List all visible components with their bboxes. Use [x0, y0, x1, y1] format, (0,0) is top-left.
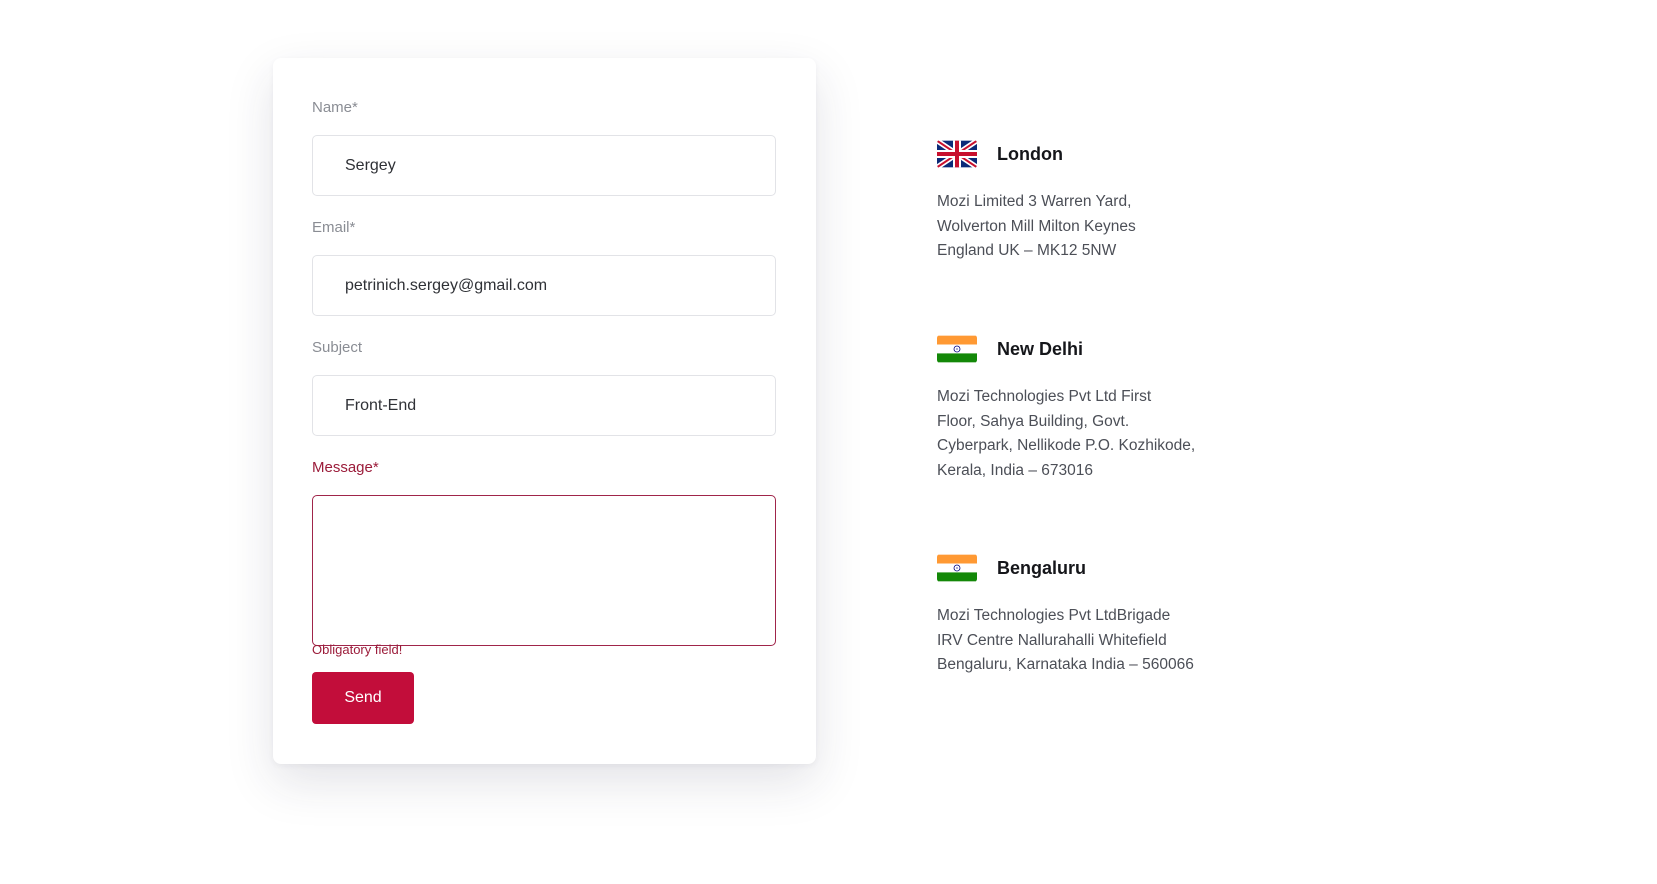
email-field: Email*: [312, 218, 776, 316]
office-city: Bengaluru: [997, 557, 1087, 578]
office-header: London: [937, 140, 1267, 168]
office-address: Mozi Technologies Pvt LtdBrigade IRV Cen…: [937, 604, 1267, 678]
address-line: IRV Centre Nallurahalli Whitefield: [937, 631, 1167, 649]
office-address: Mozi Limited 3 Warren Yard, Wolverton Mi…: [937, 190, 1267, 264]
message-textarea[interactable]: [312, 495, 776, 646]
address-line: Bengaluru, Karnataka India – 560066: [937, 656, 1194, 673]
subject-field: Subject: [312, 338, 776, 436]
india-flag-icon: [937, 554, 977, 582]
address-line: Kerala, India – 673016: [937, 461, 1093, 479]
message-field: Message*: [312, 458, 776, 646]
name-input[interactable]: [312, 135, 776, 196]
address-line: Mozi Technologies Pvt Ltd First: [937, 388, 1152, 405]
contact-page: Name* Email* Subject Message* Obligatory…: [0, 0, 1657, 884]
contact-form-card: Name* Email* Subject Message* Obligatory…: [273, 58, 816, 764]
india-flag-icon: [937, 335, 977, 363]
email-label: Email*: [312, 219, 356, 236]
office-header: New Delhi: [937, 335, 1267, 363]
address-line: Mozi Technologies Pvt LtdBrigade: [937, 607, 1171, 624]
office-bengaluru: Bengaluru Mozi Technologies Pvt LtdBriga…: [937, 554, 1267, 678]
office-new-delhi: New Delhi Mozi Technologies Pvt Ltd Firs…: [937, 335, 1267, 483]
address-line: Cyberpark, Nellikode P.O. Kozhikode,: [937, 437, 1196, 454]
office-london: London Mozi Limited 3 Warren Yard, Wolve…: [937, 140, 1267, 264]
send-button[interactable]: Send: [312, 672, 414, 724]
office-city: London: [997, 143, 1063, 164]
subject-label: Subject: [312, 339, 363, 356]
name-label: Name*: [312, 99, 358, 116]
uk-flag-icon: [937, 140, 977, 168]
office-header: Bengaluru: [937, 554, 1267, 582]
office-city: New Delhi: [997, 338, 1084, 359]
subject-input[interactable]: [312, 375, 776, 436]
email-input[interactable]: [312, 255, 776, 316]
address-line: Floor, Sahya Building, Govt.: [937, 412, 1130, 430]
address-line: Mozi Limited 3 Warren Yard,: [937, 193, 1132, 210]
address-line: England UK – MK12 5NW: [937, 242, 1117, 259]
address-line: Wolverton Mill Milton Keynes: [937, 217, 1136, 235]
message-error-text: Obligatory field!: [312, 642, 403, 657]
message-label: Message*: [312, 459, 379, 476]
office-address: Mozi Technologies Pvt Ltd First Floor, S…: [937, 385, 1267, 483]
name-field: Name*: [312, 98, 776, 196]
